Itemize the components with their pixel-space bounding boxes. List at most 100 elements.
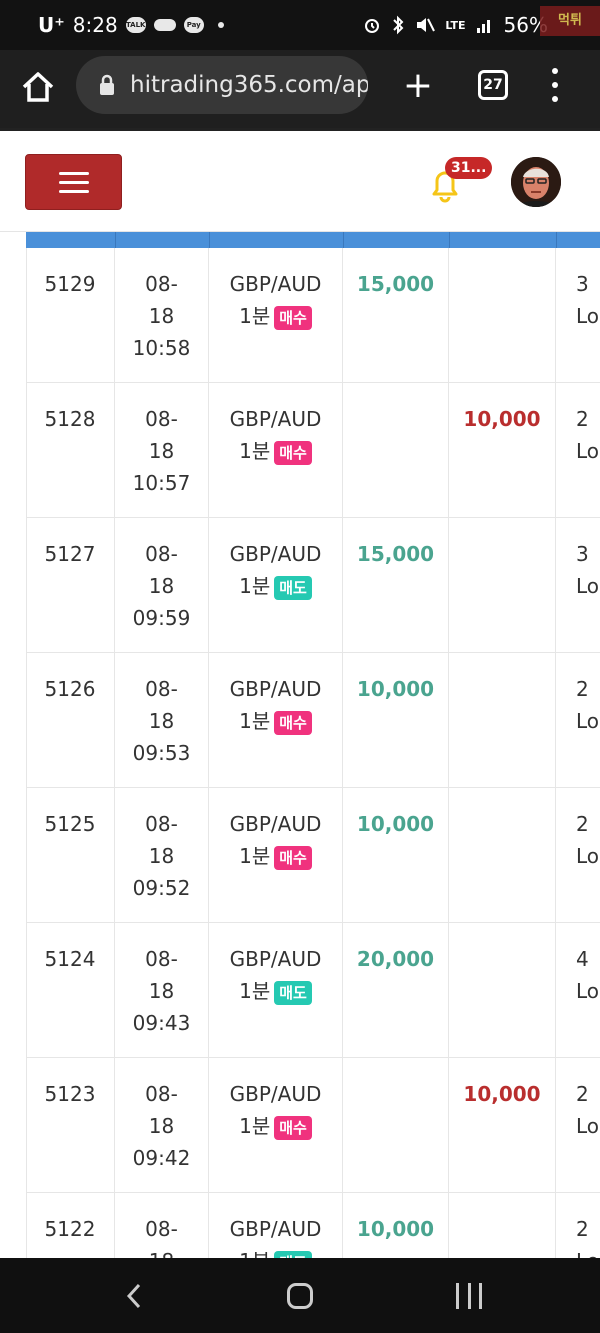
loss-amount: 10,000 xyxy=(449,383,556,518)
trade-datetime: 08-18 xyxy=(115,1193,209,1258)
sell-tag: 매도 xyxy=(274,1250,312,1258)
profit-amount xyxy=(343,1058,449,1193)
trade-date-day: 18 xyxy=(148,979,175,1003)
currency-pair: GBP/AUD xyxy=(229,1217,322,1241)
buy-tag: 매수 xyxy=(274,305,312,330)
trade-period: 1분 xyxy=(239,304,271,328)
alarm-icon xyxy=(365,19,380,33)
loss-amount xyxy=(449,1193,556,1258)
trade-lot: 2 Lo xyxy=(556,1193,600,1258)
trade-time: 09:53 xyxy=(132,741,191,765)
trade-date-month: 08- xyxy=(145,542,178,566)
trade-date-month: 08- xyxy=(145,677,178,701)
trade-period: 1분 xyxy=(239,1114,271,1138)
trade-date-day: 18 xyxy=(115,1245,208,1258)
lot-count: 4 xyxy=(576,947,589,971)
trade-lot: 3 Lo xyxy=(556,248,600,383)
loss-amount xyxy=(449,653,556,788)
table-row: 512208-18GBP/AUD1분매도10,0002Lo xyxy=(26,1193,600,1258)
trade-date-day: 18 xyxy=(148,1114,175,1138)
trade-number: 5123 xyxy=(26,1058,115,1193)
recent-apps-icon[interactable] xyxy=(456,1283,482,1309)
currency-pair: GBP/AUD xyxy=(229,677,322,701)
table-row: 5125 08- 18 09:52 GBP/AUD 1분 매수 10,000 2 Lo xyxy=(26,788,600,923)
lot-unit: Lo xyxy=(576,1245,600,1258)
trade-lot: 2 Lo xyxy=(556,383,600,518)
profit-amount: 15,000 xyxy=(343,518,449,653)
trade-item: GBP/AUD 1분 매수 xyxy=(209,653,343,788)
system-nav-bar xyxy=(0,1258,600,1333)
profit-amount: 20,000 xyxy=(343,923,449,1058)
trade-datetime: 08- 18 09:42 xyxy=(115,1058,209,1193)
buy-tag: 매수 xyxy=(274,845,312,870)
new-tab-button[interactable]: + xyxy=(402,68,434,104)
lot-unit: Lo xyxy=(576,439,600,463)
buy-tag: 매수 xyxy=(274,710,312,735)
trade-date-month: 08- xyxy=(145,812,178,836)
bluetooth-icon xyxy=(393,15,404,35)
sell-tag: 매도 xyxy=(274,575,312,600)
pay-icon: Pay xyxy=(183,17,204,33)
url-text: hitrading365.com/ap xyxy=(130,72,368,98)
home-nav-icon[interactable] xyxy=(287,1283,313,1309)
notification-dot-icon xyxy=(217,22,224,28)
trade-datetime: 08- 18 10:57 xyxy=(115,383,209,518)
lot-count: 2 xyxy=(576,1082,589,1106)
talk-icon: TALK xyxy=(125,17,146,33)
avatar[interactable] xyxy=(511,157,561,207)
back-icon[interactable] xyxy=(124,1282,144,1310)
trade-datetime: 08- 18 09:52 xyxy=(115,788,209,923)
profit-amount xyxy=(343,383,449,518)
home-icon[interactable] xyxy=(20,69,56,105)
web-page: 31... 5129 08- 18 10:58 GBP/AUD 1분 매수 15,000 3 Lo… xyxy=(0,128,600,1258)
lot-count: 3 xyxy=(576,542,589,566)
mute-icon xyxy=(417,18,436,32)
currency-pair: GBP/AUD xyxy=(229,542,322,566)
lot-count: 3 xyxy=(576,272,589,296)
lot-unit: Lo xyxy=(576,574,600,598)
trade-date-month: 08- xyxy=(145,407,178,431)
trade-item: GBP/AUD 1분 매수 xyxy=(209,383,343,518)
address-bar[interactable]: hitrading365.com/ap xyxy=(76,56,368,114)
clock: 8:28 xyxy=(72,13,118,37)
trade-datetime: 08- 18 09:43 xyxy=(115,923,209,1058)
trade-number: 5122 xyxy=(26,1193,115,1258)
trade-item: GBP/AUD1분매도 xyxy=(209,1193,343,1258)
table-header xyxy=(26,232,600,248)
loss-amount xyxy=(449,923,556,1058)
lot-unit: Lo xyxy=(576,844,600,868)
trade-date-day: 18 xyxy=(148,709,175,733)
currency-pair: GBP/AUD xyxy=(229,812,322,836)
trade-number: 5129 xyxy=(26,248,115,383)
trade-lot: 2 Lo xyxy=(556,1058,600,1193)
lot-count: 2 xyxy=(576,677,589,701)
trade-period: 1분 xyxy=(239,709,271,733)
trade-time: 10:58 xyxy=(132,336,191,360)
trade-number: 5124 xyxy=(26,923,115,1058)
trade-item: GBP/AUD1분매도 xyxy=(209,518,343,653)
trade-number: 5127 xyxy=(26,518,115,653)
trade-date-day: 18 xyxy=(148,439,175,463)
trade-datetime: 08- 18 09:53 xyxy=(115,653,209,788)
trade-item: GBP/AUD 1분 매수 xyxy=(209,788,343,923)
browser-menu-button[interactable] xyxy=(548,68,562,102)
trade-time: 09:43 xyxy=(132,1011,191,1035)
trade-lot: 2 Lo xyxy=(556,788,600,923)
currency-pair: GBP/AUD xyxy=(229,407,322,431)
trade-date-month: 08- xyxy=(145,272,178,296)
signal-icon xyxy=(476,20,490,33)
trade-datetime: 08- 18 10:58 xyxy=(115,248,209,383)
lot-unit: Lo xyxy=(576,709,600,733)
trade-lot: 4 Lo xyxy=(556,923,600,1058)
lot-count: 2 xyxy=(576,812,589,836)
tab-switcher-button[interactable]: 27 xyxy=(478,70,508,100)
trade-time: 10:57 xyxy=(132,471,191,495)
loss-amount xyxy=(449,248,556,383)
menu-button[interactable] xyxy=(25,154,122,210)
notification-badge: 31... xyxy=(445,157,493,179)
trade-item: GBP/AUD 1분 매수 xyxy=(209,1058,343,1193)
lot-count: 2 xyxy=(576,407,589,431)
table-row: 5123 08- 18 09:42 GBP/AUD 1분 매수 10,000 2 Lo xyxy=(26,1058,600,1193)
currency-pair: GBP/AUD xyxy=(229,272,322,296)
site-header: 31... xyxy=(0,128,600,232)
